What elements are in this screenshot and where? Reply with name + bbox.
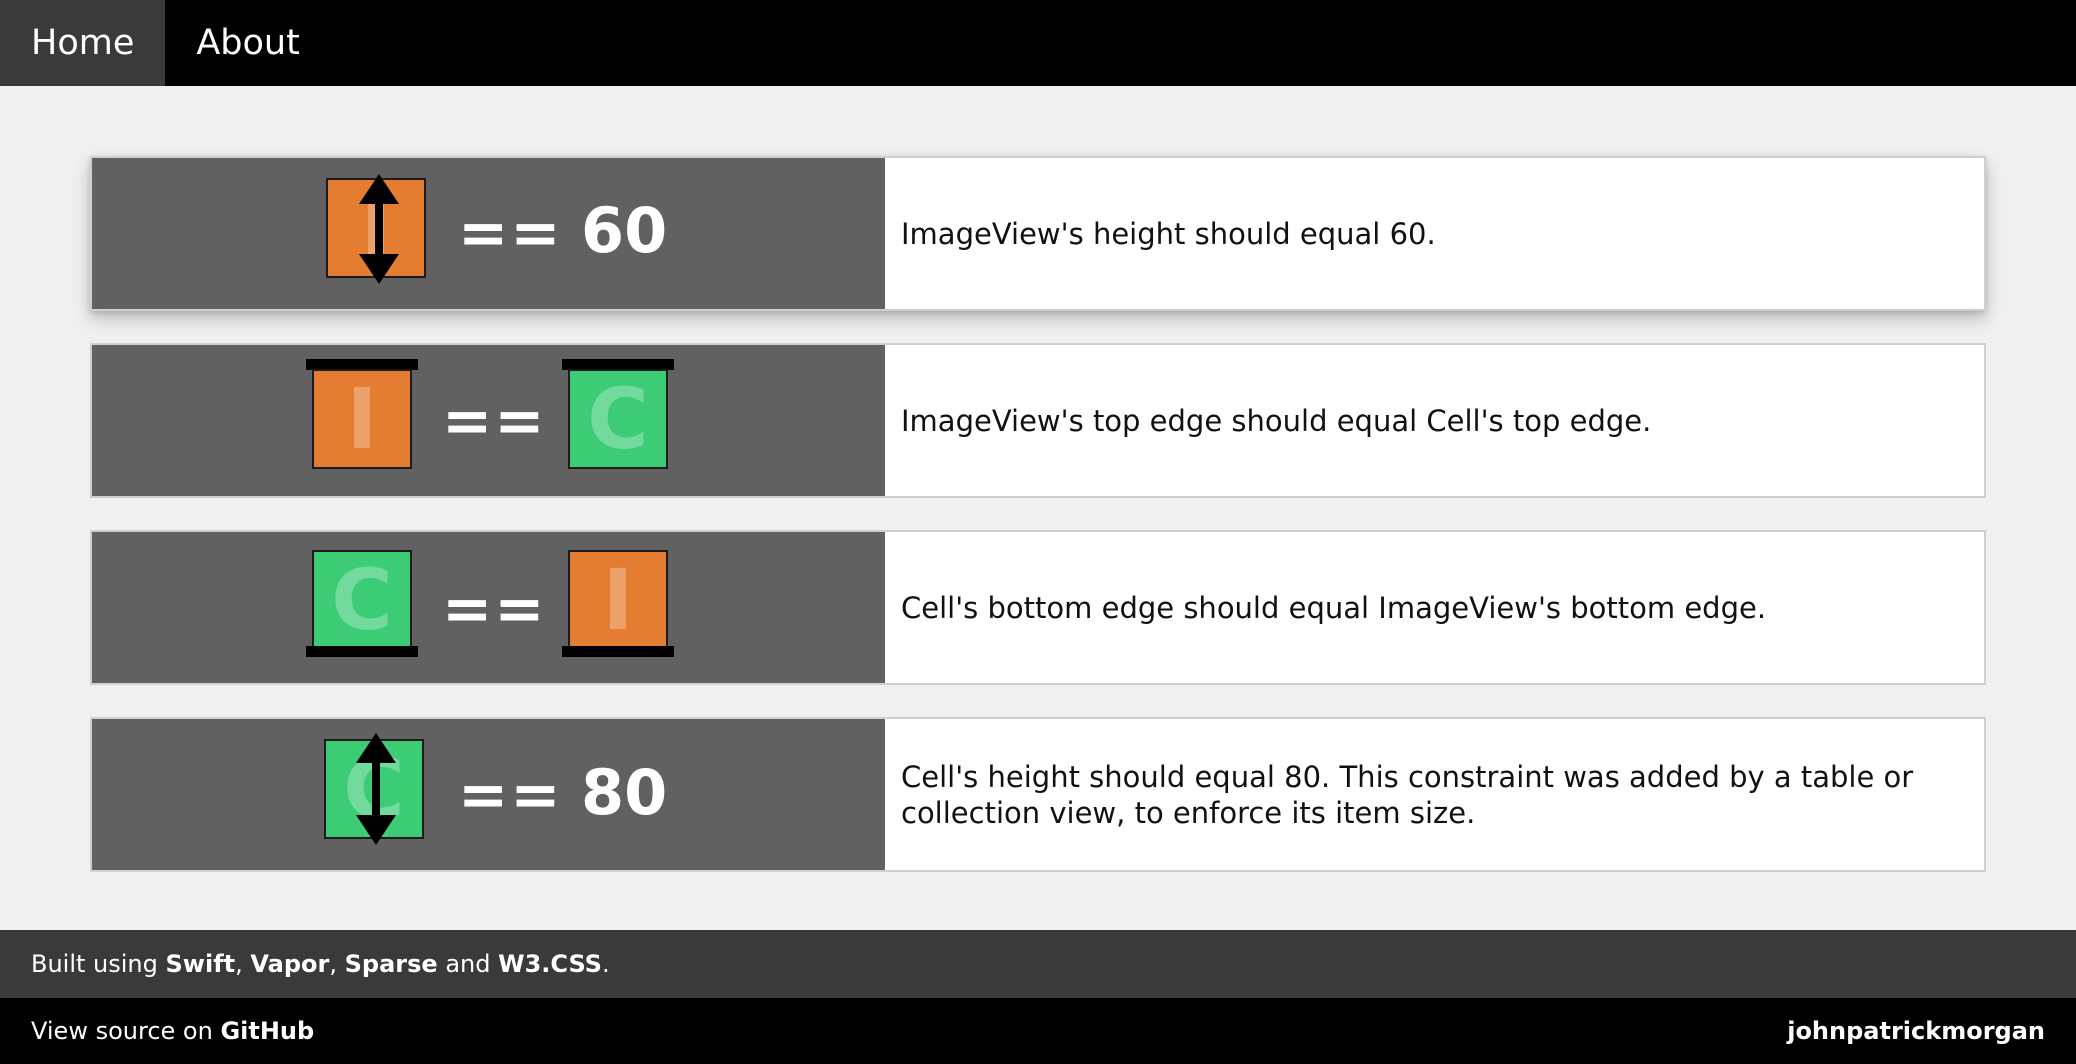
equals-operator: == — [442, 386, 547, 456]
bottom-edge-icon — [306, 646, 418, 657]
footer-built-prefix: Built using — [31, 950, 166, 978]
sparse-link[interactable]: Sparse — [345, 950, 438, 978]
vapor-link[interactable]: Vapor — [250, 950, 329, 978]
footer-sep: , — [329, 950, 345, 978]
imageview-box: I — [568, 550, 668, 650]
constraint-card-bottom-edge[interactable]: C == I Cell's bottom edge should equal I… — [90, 530, 1986, 685]
height-arrow-icon — [356, 733, 396, 845]
height-arrow-icon — [359, 174, 399, 284]
equals-operator: == — [458, 198, 563, 268]
github-link[interactable]: GitHub — [220, 1017, 314, 1045]
imageview-letter: I — [346, 370, 378, 468]
footer-bar: View source on GitHub johnpatrickmorgan — [0, 998, 2076, 1064]
constraint-card-imageview-height[interactable]: I == 60 ImageView's height should equal … — [90, 156, 1986, 311]
imageview-letter: I — [602, 551, 634, 649]
footer-and: and — [437, 950, 499, 978]
footer-period: . — [601, 950, 610, 978]
swift-link[interactable]: Swift — [166, 950, 236, 978]
equals-operator: == — [442, 574, 547, 644]
cell-letter: C — [331, 551, 393, 649]
constraint-description: Cell's height should equal 80. This cons… — [901, 759, 1914, 830]
footer-sep: , — [235, 950, 251, 978]
constraint-visual: C == 80 — [92, 719, 885, 870]
constraint-card-cell-height[interactable]: C == 80 Cell's height should equal 80. T… — [90, 717, 1986, 872]
top-nav: Home About — [0, 0, 2076, 86]
imageview-box: I — [312, 369, 412, 469]
constraint-description: Cell's bottom edge should equal ImageVie… — [901, 590, 1767, 625]
view-source-prefix: View source on — [31, 1017, 221, 1045]
cell-letter: C — [587, 370, 649, 468]
w3css-link[interactable]: W3.CSS — [498, 950, 602, 978]
footer-credits: Built using Swift , Vapor , Sparse and W… — [0, 930, 2076, 998]
constant-value: 80 — [581, 756, 668, 829]
constraint-description: ImageView's top edge should equal Cell's… — [901, 403, 1652, 438]
view-source: View source on GitHub — [31, 1017, 314, 1045]
bottom-edge-icon — [562, 646, 674, 657]
equals-operator: == — [458, 760, 563, 830]
constraint-visual: I == 60 — [92, 158, 885, 309]
cell-box: C — [312, 550, 412, 650]
constraint-visual: C == I — [92, 532, 885, 683]
constraint-card-top-edge[interactable]: I == C ImageView's top edge should equal… — [90, 343, 1986, 498]
nav-home[interactable]: Home — [0, 0, 166, 86]
constraint-visual: I == C — [92, 345, 885, 496]
author-link[interactable]: johnpatrickmorgan — [1787, 1017, 2045, 1045]
nav-about[interactable]: About — [165, 0, 330, 86]
cell-box: C — [568, 369, 668, 469]
constant-value: 60 — [581, 194, 668, 267]
constraint-description: ImageView's height should equal 60. — [901, 216, 1436, 251]
